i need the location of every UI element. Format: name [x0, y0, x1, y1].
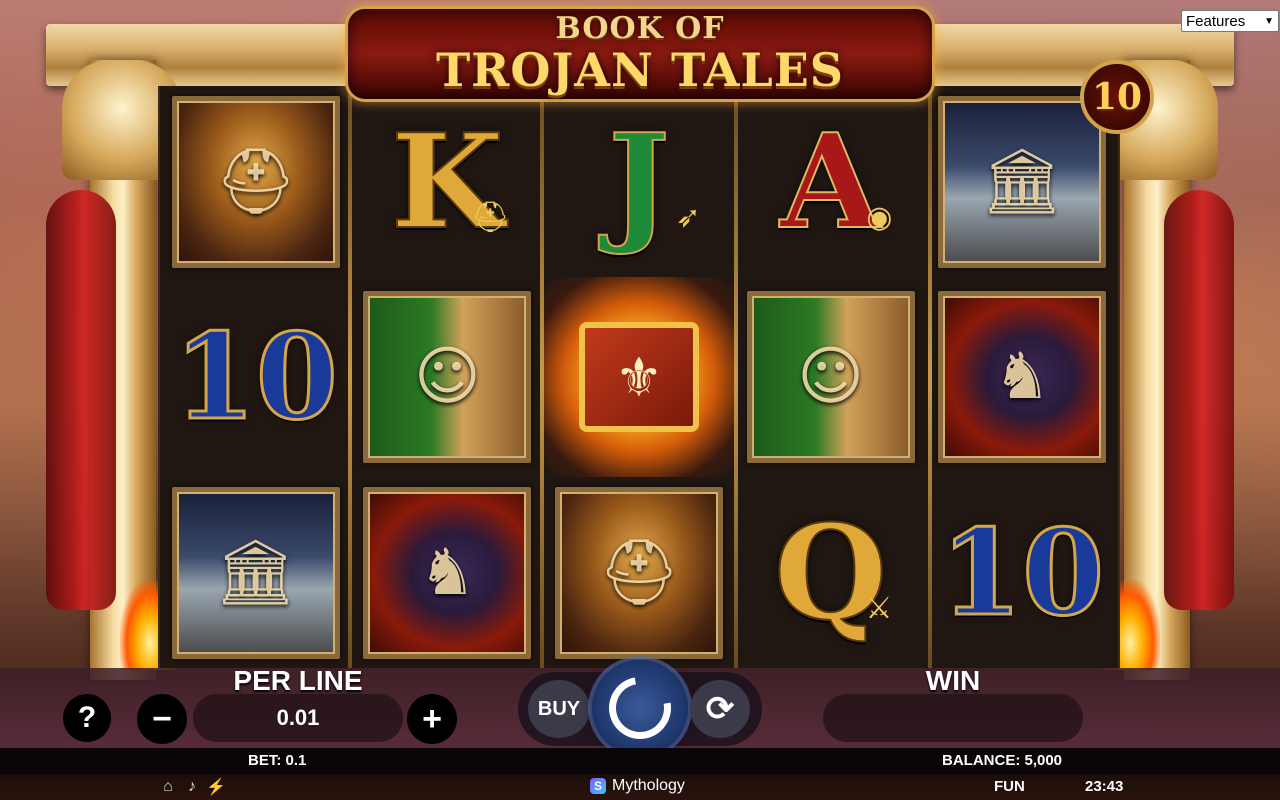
horse-symbol: ♞ [938, 291, 1107, 463]
turbo-icon[interactable]: ⚡ [206, 777, 226, 797]
sound-icon[interactable]: ♪ [182, 777, 202, 797]
autoplay-button[interactable]: ⟳ [690, 680, 750, 738]
home-icon[interactable]: ⌂ [158, 777, 178, 797]
portrait-icon: ☺ [797, 340, 864, 414]
logo-line-2: TROJAN TALES [435, 43, 845, 97]
per-line-value: 0.01 [193, 694, 403, 742]
buy-feature-button[interactable]: BUY [528, 680, 590, 738]
game-logo: BOOK OF TROJAN TALES [345, 6, 935, 102]
win-label: WIN [925, 665, 981, 696]
reel-divider [540, 86, 544, 668]
clock: 23:43 [1085, 778, 1124, 795]
warrior-symbol: ⛑ [554, 486, 723, 659]
per-line-label: PER LINE [233, 665, 363, 696]
letter-symbol: J [607, 104, 671, 258]
reel-cell: ♞ [926, 277, 1118, 477]
brand-logo-icon: S [590, 778, 606, 794]
balance-amount: BALANCE: 5,000 [942, 752, 1063, 769]
decrease-bet-button[interactable]: − [137, 694, 187, 744]
paylines-badge: 10 [1080, 60, 1154, 134]
helmet-icon: ⛑ [598, 536, 680, 610]
features-selected-value: Features [1186, 12, 1246, 30]
help-button[interactable]: ? [63, 694, 111, 742]
info-bar [0, 748, 1280, 774]
reel-grid: ⛑ K ⛑ J ➶ A ◉ 🏛 10 ☺ ⚜ ☺ ♞ 🏛 ♞ ⛑ Q ⚔ 10 [158, 86, 1120, 668]
warrior-symbol: ⛑ [171, 95, 340, 268]
helen-symbol: ☺ [746, 291, 915, 463]
portrait-icon: ☺ [414, 340, 481, 414]
brand-name: Mythology [612, 777, 685, 794]
horse-icon: ♞ [418, 535, 477, 610]
reel-divider [928, 86, 932, 668]
reel-divider [734, 86, 738, 668]
horse-symbol: ♞ [363, 486, 532, 659]
letter-symbol: 10 [939, 502, 1106, 642]
book-scatter-symbol: ⚜ [543, 277, 734, 477]
reel-cell: ⛑ [160, 86, 352, 277]
reel-cell: 🏛 [160, 477, 352, 668]
reel-cell: 10 [160, 277, 352, 477]
reel-cell: ☺ [735, 277, 927, 477]
logo-line-1: BOOK OF [555, 11, 725, 46]
reel-cell: Q ⚔ [735, 477, 927, 668]
increase-bet-button[interactable]: + [407, 694, 457, 744]
arrow-icon: ➶ [675, 201, 701, 234]
shield-icon: ◉ [866, 201, 893, 234]
temple-symbol: 🏛 [171, 486, 340, 659]
letter-symbol: 10 [172, 307, 339, 446]
autoplay-icon: ⟳ [705, 690, 735, 728]
brand-label: S Mythology [590, 777, 685, 795]
reel-cell: ⛑ [543, 477, 735, 668]
left-drape [46, 190, 116, 610]
reel-cell: K ⛑ [352, 86, 544, 277]
book-icon: ⚜ [578, 322, 699, 432]
spin-icon [596, 664, 684, 752]
reel-cell: J ➶ [543, 86, 735, 277]
helmet-icon: ⛑ [471, 201, 510, 234]
helmet-icon: ⛑ [215, 145, 297, 219]
temple-symbol: 🏛 [938, 95, 1107, 268]
reel-divider [348, 86, 352, 668]
reel-cell: ☺ [352, 277, 544, 477]
reel-cell: A ◉ [735, 86, 927, 277]
reel-cell: 10 [926, 477, 1118, 668]
helen-symbol: ☺ [363, 291, 532, 463]
win-value [823, 694, 1083, 742]
chevron-down-icon: ▼ [1264, 15, 1274, 27]
reel-cell: ⚜ [543, 277, 735, 477]
features-dropdown[interactable]: Features ▼ [1181, 10, 1279, 32]
right-drape [1164, 190, 1234, 610]
swords-icon: ⚔ [865, 592, 893, 625]
bet-amount: BET: 0.1 [248, 752, 307, 769]
spin-button[interactable] [592, 660, 688, 756]
reel-cell: ♞ [352, 477, 544, 668]
temple-icon: 🏛 [215, 536, 297, 610]
horse-icon: ♞ [993, 340, 1051, 414]
game-mode: FUN [994, 778, 1025, 795]
temple-icon: 🏛 [981, 145, 1063, 219]
